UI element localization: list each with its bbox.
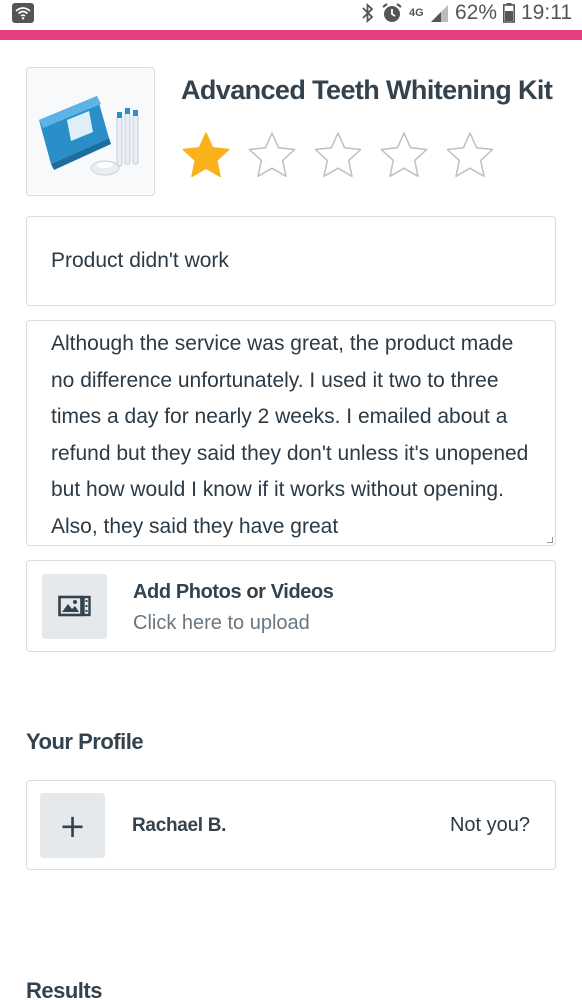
resize-handle-icon[interactable] [547,537,553,543]
not-you-link[interactable]: Not you? [450,814,530,837]
image-upload-icon [42,574,107,639]
review-headline-input[interactable]: Product didn't work [26,216,556,306]
clock: 19:11 [521,1,572,24]
header-accent-bar [0,30,582,40]
add-media-button[interactable]: Add Photos or Videos Click here to uploa… [26,560,556,652]
star-5-icon[interactable] [444,130,496,180]
signal-icon [430,5,448,22]
status-bar: 4G 62% 19:11 [0,0,582,28]
bluetooth-icon [362,3,374,23]
profile-card: + Rachael B. Not you? [26,780,556,870]
star-rating[interactable] [180,130,496,180]
profile-name: Rachael B. [132,815,227,836]
review-body-text: Although the service was great, the prod… [51,332,529,538]
star-2-icon[interactable] [246,130,298,180]
results-section-title: Results [26,978,102,1000]
network-type: 4G [408,6,424,19]
battery-percent: 62% [454,1,497,24]
add-media-title: Add Photos or Videos [133,581,334,603]
battery-icon [503,3,515,23]
review-headline-text: Product didn't work [51,249,229,272]
review-body-textarea[interactable]: Although the service was great, the prod… [26,320,556,546]
alarm-icon [382,3,402,22]
product-summary: Advanced Teeth Whitening Kit [26,67,556,197]
wifi-icon [12,3,34,23]
star-4-icon[interactable] [378,130,430,180]
add-profile-button[interactable]: + [40,793,105,858]
star-1-filled-icon[interactable] [180,130,232,180]
profile-section-title: Your Profile [26,729,144,754]
plus-icon: + [59,806,86,845]
star-3-icon[interactable] [312,130,364,180]
add-media-subtitle: Click here to upload [133,612,310,634]
product-image [26,67,155,196]
product-title: Advanced Teeth Whitening Kit [181,75,553,105]
